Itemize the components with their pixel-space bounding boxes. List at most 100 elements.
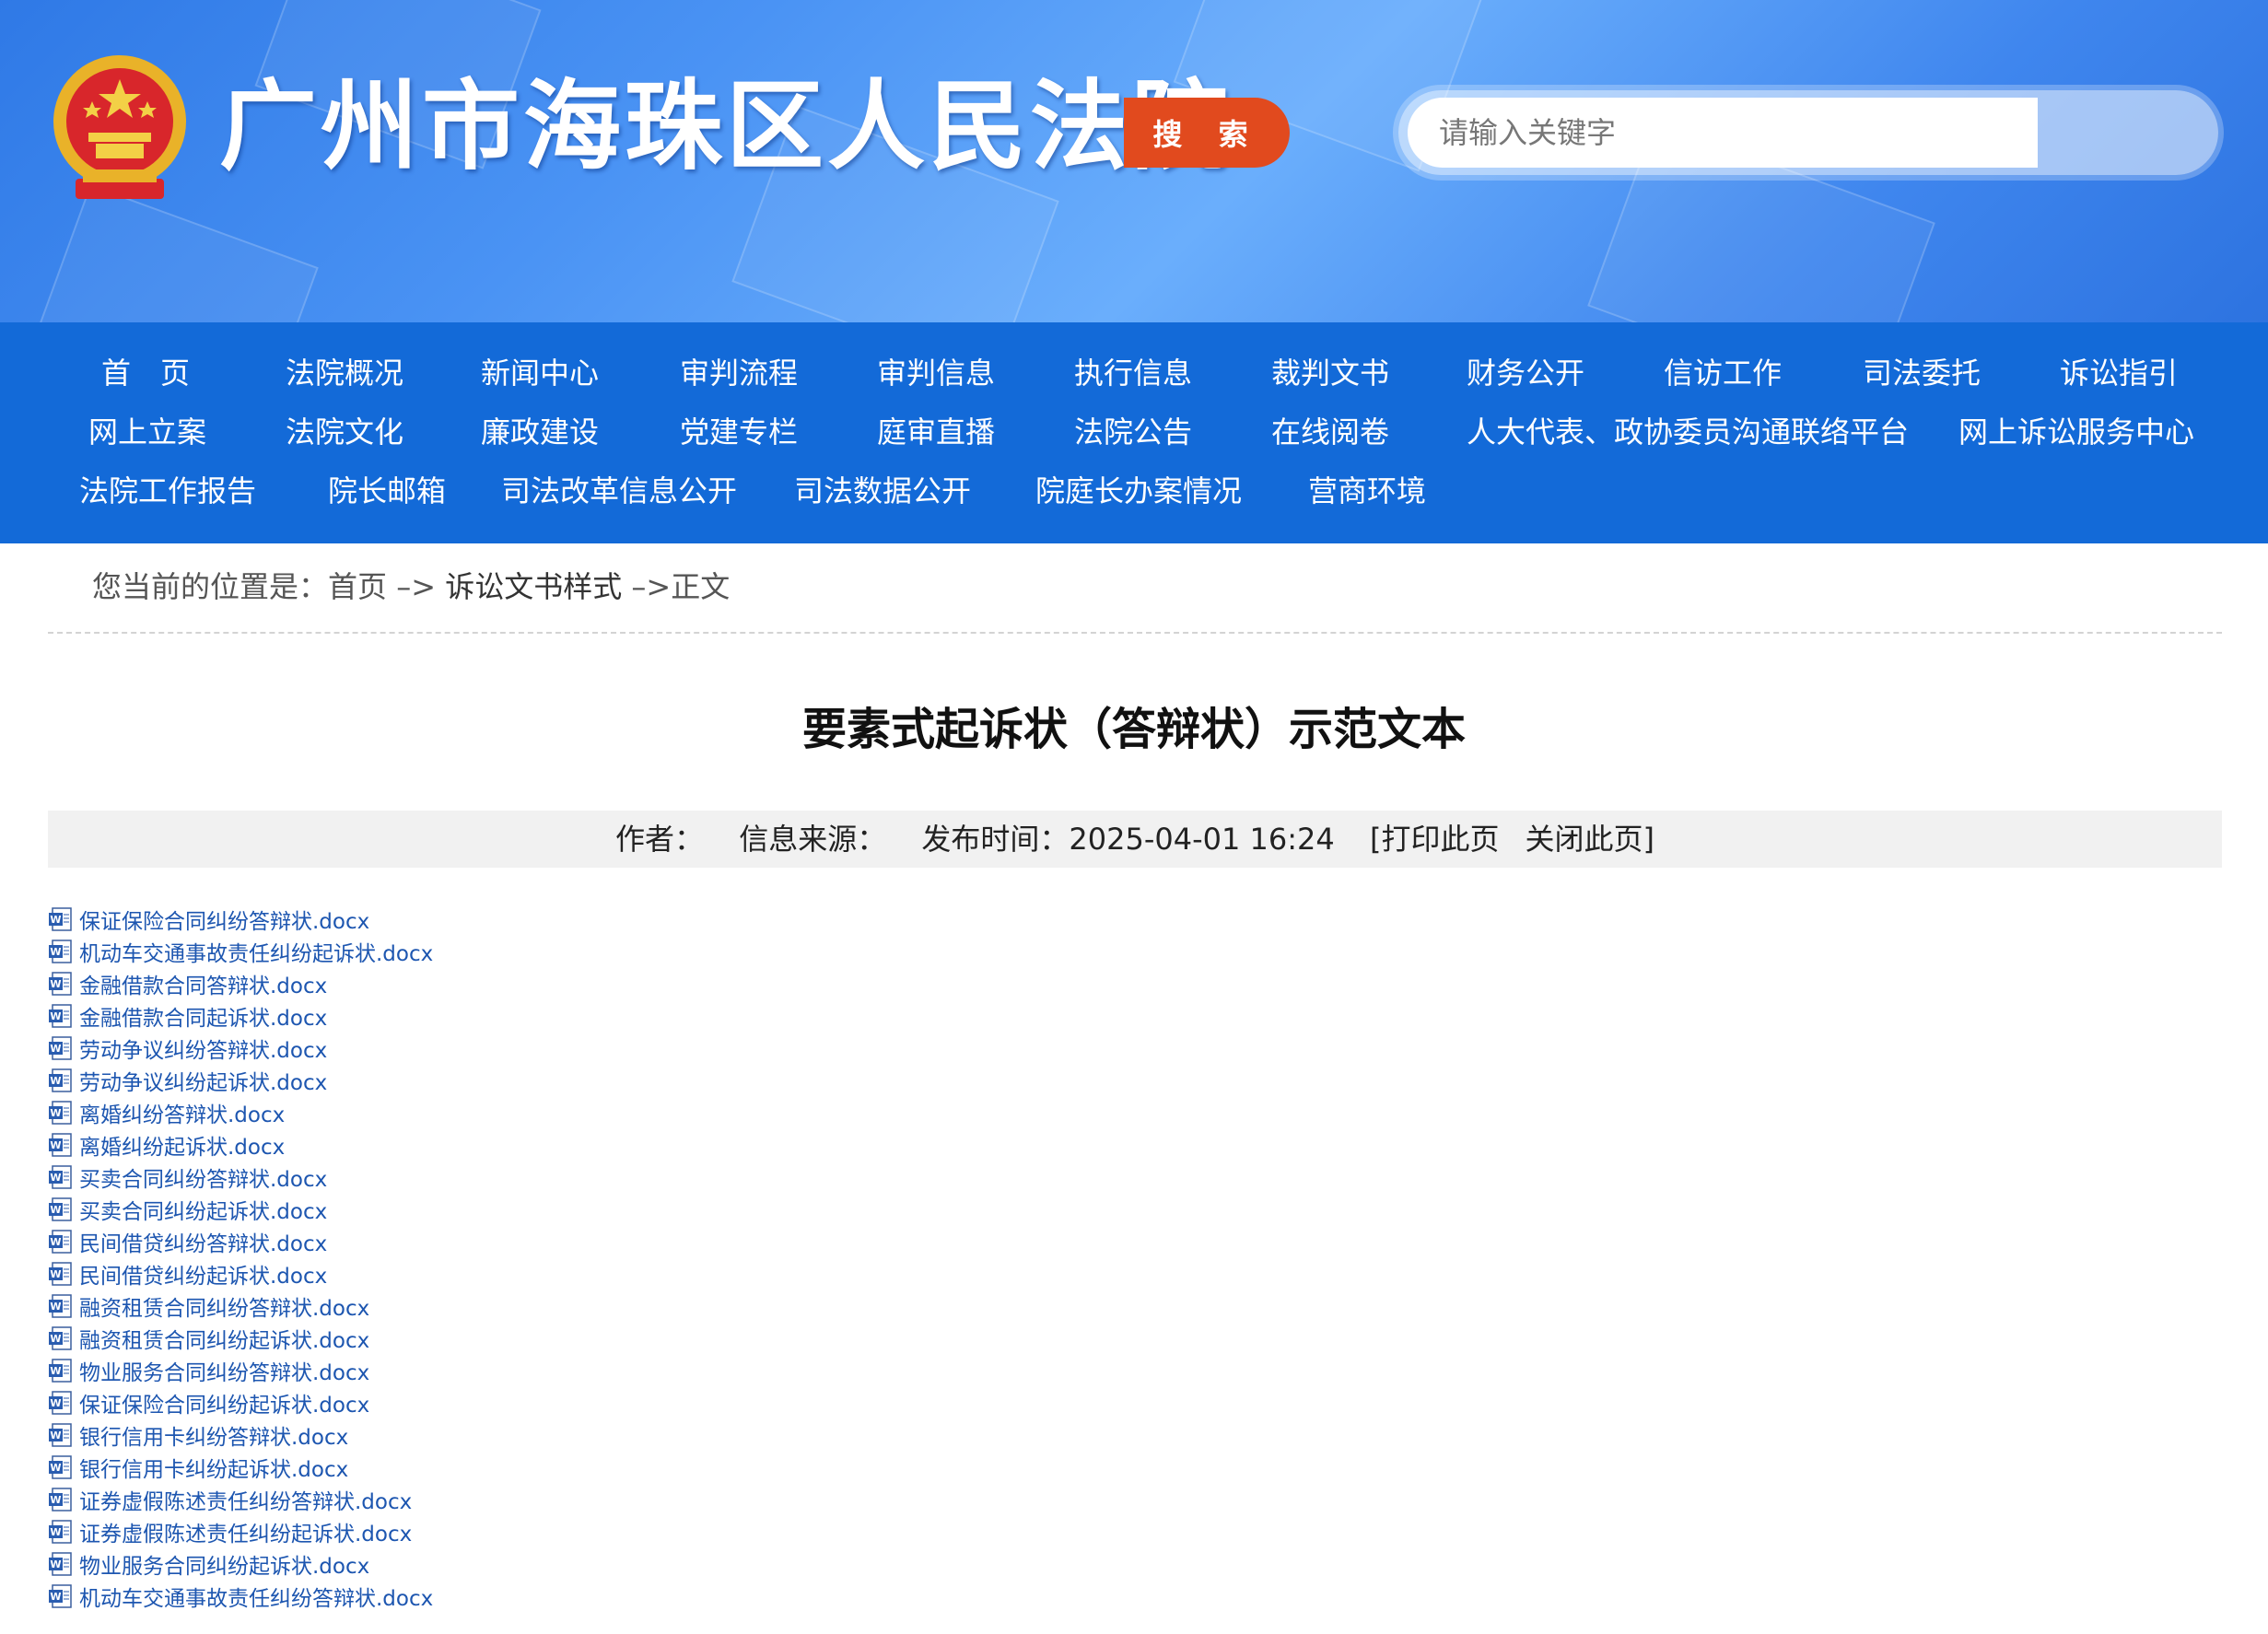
list-item[interactable]: W 民间借贷纠纷起诉状.docx (48, 1257, 433, 1290)
site-header: 广州市海珠区人民法院 搜 索 (0, 0, 2268, 322)
list-item[interactable]: W 金融借款合同答辩状.docx (48, 967, 433, 999)
nav-item-online-filing[interactable]: 网上立案 (88, 409, 206, 451)
file-link[interactable]: 机动车交通事故责任纠纷起诉状.docx (79, 936, 433, 967)
list-item[interactable]: W 买卖合同纠纷答辩状.docx (48, 1161, 433, 1193)
file-link[interactable]: 保证保险合同纠纷起诉状.docx (79, 1387, 369, 1418)
svg-text:W: W (50, 1301, 61, 1313)
nav-item-trial-process[interactable]: 审判流程 (680, 350, 798, 392)
nav-item-case-handling[interactable]: 院庭长办案情况 (1035, 468, 1242, 510)
nav-item-trial-info[interactable]: 审判信息 (877, 350, 995, 392)
nav-item-judicial-data[interactable]: 司法数据公开 (794, 468, 971, 510)
nav-item-judicial-entrust[interactable]: 司法委托 (1863, 350, 1981, 392)
svg-text:W: W (50, 1139, 61, 1151)
svg-text:W: W (50, 1333, 61, 1345)
file-link[interactable]: 银行信用卡纠纷起诉状.docx (79, 1452, 348, 1483)
nav-item-court-culture[interactable]: 法院文化 (286, 409, 403, 451)
word-document-icon: W (49, 1261, 72, 1286)
nav-item-announcements[interactable]: 法院公告 (1074, 409, 1192, 451)
print-page-link[interactable]: [打印此页 (1370, 822, 1500, 857)
nav-item-npc-cppcc-platform[interactable]: 人大代表、政协委员沟通联络平台 (1467, 409, 1909, 451)
nav-item-business-environment[interactable]: 营商环境 (1308, 468, 1426, 510)
word-document-icon: W (49, 1229, 72, 1254)
list-item[interactable]: W 民间借贷纠纷答辩状.docx (48, 1225, 433, 1257)
nav-item-work-report[interactable]: 法院工作报告 (79, 468, 256, 510)
svg-text:W: W (50, 946, 61, 958)
nav-item-court-overview[interactable]: 法院概况 (286, 350, 403, 392)
file-link[interactable]: 买卖合同纠纷起诉状.docx (79, 1194, 327, 1225)
word-document-icon: W (49, 1358, 72, 1383)
article-meta: 作者： 信息来源： 发布时间：2025-04-01 16:24 [打印此页 关闭此… (48, 811, 2222, 868)
list-item[interactable]: W 金融借款合同起诉状.docx (48, 999, 433, 1032)
nav-item-execution-info[interactable]: 执行信息 (1074, 350, 1192, 392)
word-document-icon: W (49, 1487, 72, 1511)
file-link[interactable]: 金融借款合同答辩状.docx (79, 968, 327, 999)
file-link[interactable]: 证券虚假陈述责任纠纷起诉状.docx (79, 1516, 412, 1547)
list-item[interactable]: W 保证保险合同纠纷答辩状.docx (48, 903, 433, 935)
meta-published: 发布时间：2025-04-01 16:24 (921, 822, 1335, 857)
nav-item-litigation-guide[interactable]: 诉讼指引 (2060, 350, 2178, 392)
file-link[interactable]: 金融借款合同起诉状.docx (79, 1000, 327, 1032)
meta-author: 作者： (615, 822, 705, 857)
breadcrumb-section[interactable]: 诉讼文书样式 (445, 569, 622, 604)
file-link[interactable]: 保证保险合同纠纷答辩状.docx (79, 904, 369, 935)
word-document-icon: W (49, 1164, 72, 1189)
nav-item-integrity[interactable]: 廉政建设 (481, 409, 599, 451)
svg-text:W: W (50, 1075, 61, 1087)
file-link[interactable]: 银行信用卡纠纷答辩状.docx (79, 1419, 348, 1451)
list-item[interactable]: W 机动车交通事故责任纠纷答辩状.docx (48, 1580, 433, 1612)
svg-text:W: W (50, 1558, 61, 1570)
nav-item-reform-info[interactable]: 司法改革信息公开 (501, 468, 737, 510)
nav-item-news-center[interactable]: 新闻中心 (481, 350, 599, 392)
file-link[interactable]: 融资租赁合同纠纷答辩状.docx (79, 1290, 369, 1322)
nav-item-petition[interactable]: 信访工作 (1664, 350, 1782, 392)
svg-text:W: W (50, 1397, 61, 1409)
file-link[interactable]: 物业服务合同纠纷起诉状.docx (79, 1548, 369, 1580)
word-document-icon: W (49, 1390, 72, 1415)
file-link[interactable]: 机动车交通事故责任纠纷答辩状.docx (79, 1581, 433, 1612)
svg-text:W: W (50, 1430, 61, 1441)
nav-item-online-litigation-center[interactable]: 网上诉讼服务中心 (1958, 409, 2194, 451)
list-item[interactable]: W 保证保险合同纠纷起诉状.docx (48, 1386, 433, 1418)
breadcrumb: 您当前的位置是：首页 –> 诉讼文书样式 –>正文 (92, 564, 730, 606)
file-link[interactable]: 劳动争议纠纷起诉状.docx (79, 1065, 327, 1096)
search-input[interactable] (1408, 98, 2038, 168)
breadcrumb-separator: –> (387, 569, 446, 604)
list-item[interactable]: W 证券虚假陈述责任纠纷答辩状.docx (48, 1483, 433, 1515)
nav-item-online-files[interactable]: 在线阅卷 (1271, 409, 1389, 451)
file-link[interactable]: 劳动争议纠纷答辩状.docx (79, 1033, 327, 1064)
list-item[interactable]: W 融资租赁合同纠纷起诉状.docx (48, 1322, 433, 1354)
word-document-icon: W (49, 1100, 72, 1125)
breadcrumb-separator: –> (622, 569, 672, 604)
list-item[interactable]: W 劳动争议纠纷起诉状.docx (48, 1064, 433, 1096)
file-link[interactable]: 离婚纠纷起诉状.docx (79, 1129, 285, 1161)
list-item[interactable]: W 银行信用卡纠纷答辩状.docx (48, 1418, 433, 1451)
file-link[interactable]: 买卖合同纠纷答辩状.docx (79, 1161, 327, 1193)
file-link[interactable]: 证券虚假陈述责任纠纷答辩状.docx (79, 1484, 412, 1515)
nav-item-party-building[interactable]: 党建专栏 (680, 409, 798, 451)
list-item[interactable]: W 离婚纠纷起诉状.docx (48, 1128, 433, 1161)
file-link[interactable]: 离婚纠纷答辩状.docx (79, 1097, 285, 1128)
list-item[interactable]: W 劳动争议纠纷答辩状.docx (48, 1032, 433, 1064)
list-item[interactable]: W 银行信用卡纠纷起诉状.docx (48, 1451, 433, 1483)
file-link[interactable]: 融资租赁合同纠纷起诉状.docx (79, 1323, 369, 1354)
list-item[interactable]: W 离婚纠纷答辩状.docx (48, 1096, 433, 1128)
nav-item-judgments[interactable]: 裁判文书 (1271, 350, 1389, 392)
list-item[interactable]: W 机动车交通事故责任纠纷起诉状.docx (48, 935, 433, 967)
close-page-link[interactable]: 关闭此页] (1525, 822, 1654, 857)
nav-item-live-trial[interactable]: 庭审直播 (877, 409, 995, 451)
search-button[interactable]: 搜 索 (1124, 98, 1290, 168)
nav-item-president-mailbox[interactable]: 院长邮箱 (328, 468, 446, 510)
breadcrumb-home[interactable]: 首页 (328, 569, 387, 604)
page-title: 要素式起诉状（答辩状）示范文本 (801, 704, 1466, 755)
list-item[interactable]: W 融资租赁合同纠纷答辩状.docx (48, 1290, 433, 1322)
file-link[interactable]: 民间借贷纠纷起诉状.docx (79, 1258, 327, 1290)
file-link[interactable]: 物业服务合同纠纷答辩状.docx (79, 1355, 369, 1386)
nav-item-finance[interactable]: 财务公开 (1467, 350, 1584, 392)
list-item[interactable]: W 物业服务合同纠纷答辩状.docx (48, 1354, 433, 1386)
list-item[interactable]: W 买卖合同纠纷起诉状.docx (48, 1193, 433, 1225)
list-item[interactable]: W 证券虚假陈述责任纠纷起诉状.docx (48, 1515, 433, 1547)
list-item[interactable]: W 物业服务合同纠纷起诉状.docx (48, 1547, 433, 1580)
nav-item-home[interactable]: 首 页 (101, 350, 190, 392)
svg-text:W: W (50, 1204, 61, 1216)
file-link[interactable]: 民间借贷纠纷答辩状.docx (79, 1226, 327, 1257)
